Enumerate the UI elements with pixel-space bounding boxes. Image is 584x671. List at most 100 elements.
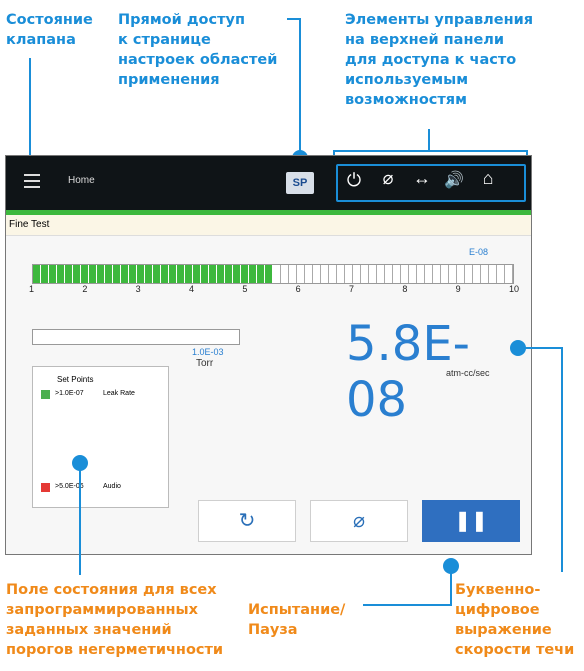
bar-ticks: 1 2 3 4 5 6 7 8 9 10 [29, 284, 519, 296]
bar-segment [369, 265, 377, 283]
bar-tick-label: 4 [189, 284, 195, 294]
bar-segment [497, 265, 505, 283]
bar-segment [105, 265, 112, 283]
bar-segment [457, 265, 465, 283]
bar-tick-label: 10 [509, 284, 520, 294]
bar-tick-label: 2 [82, 284, 88, 294]
annotation-setpoints-field: Поле состояния для всех запрограммирован… [6, 582, 224, 658]
bar-segment [505, 265, 513, 283]
bar-segment [233, 265, 240, 283]
bar-segment [489, 265, 497, 283]
bar-segment [97, 265, 104, 283]
power-icon[interactable]: ⏻ [344, 170, 364, 190]
bar-segment [481, 265, 489, 283]
setpoint-label: Audio [103, 483, 121, 490]
setpoint-color-green [41, 390, 50, 399]
bar-segment [441, 265, 449, 283]
arrows-icon[interactable]: ↔ [410, 168, 434, 188]
bar-segment [137, 265, 144, 283]
bar-segment [169, 265, 176, 283]
bar-tick-label: 8 [402, 284, 408, 294]
leak-bar [32, 264, 514, 284]
zero-icon: ⌀ [352, 510, 366, 532]
bar-segment [185, 265, 192, 283]
bar-segment [465, 265, 473, 283]
setpoint-value: >1.0E-07 [55, 390, 84, 397]
zero-icon[interactable]: ⌀ [378, 168, 398, 188]
bar-segment [41, 265, 48, 283]
sp-button[interactable]: SP [286, 172, 314, 194]
bar-segment [265, 265, 272, 283]
bar-tick-label: 1 [29, 284, 35, 294]
bar-segment [409, 265, 417, 283]
zero-button[interactable]: ⌀ [310, 500, 408, 542]
exponent-label: E-08 [469, 247, 489, 257]
bar-segment [385, 265, 393, 283]
menu-icon[interactable] [24, 174, 40, 188]
bar-tick-label: 9 [455, 284, 461, 294]
bar-segment [281, 265, 289, 283]
bar-segment [401, 265, 409, 283]
bar-segment [249, 265, 256, 283]
pressure-unit: Torr [196, 358, 214, 369]
mode-row: Fine Test [6, 215, 531, 236]
pause-button[interactable]: ❚❚ [422, 500, 520, 542]
bar-segment [81, 265, 88, 283]
bar-segment [65, 265, 72, 283]
leader-line [450, 566, 452, 606]
bar-segment [305, 265, 313, 283]
bar-segment [153, 265, 160, 283]
bar-tick-label: 3 [135, 284, 141, 294]
leader-line [363, 604, 452, 606]
bar-segment [209, 265, 216, 283]
bar-segment [425, 265, 433, 283]
bar-segment [57, 265, 64, 283]
bar-segment [89, 265, 96, 283]
bracket-line [333, 150, 528, 152]
bar-segment [225, 265, 232, 283]
annotation-leak-expression: Буквенно- цифровое выражение скорости те… [455, 582, 575, 658]
bar-segment [353, 265, 361, 283]
bar-tick-label: 6 [295, 284, 301, 294]
mode-label: Fine Test [9, 219, 50, 230]
bar-segment [289, 265, 297, 283]
leader-line [523, 347, 563, 349]
pressure-value: 1.0E-03 [192, 347, 224, 357]
setpoint-color-red [41, 483, 50, 492]
refresh-button[interactable]: ↻ [198, 500, 296, 542]
bar-segment [393, 265, 401, 283]
bar-segment [417, 265, 425, 283]
bar-segment [73, 265, 80, 283]
pause-icon: ❚❚ [454, 510, 488, 532]
bar-segment [449, 265, 457, 283]
setpoints-title: Set Points [57, 375, 94, 384]
top-bar: Home SP ⏻ ⌀ ↔ 🔊 ⌂ [6, 156, 531, 210]
home-icon[interactable]: ⌂ [478, 168, 498, 188]
bar-segment [201, 265, 208, 283]
bar-segment [361, 265, 369, 283]
device-screen: Home SP ⏻ ⌀ ↔ 🔊 ⌂ Fine Test E-08 1 2 3 4 5 6 7… [5, 155, 532, 555]
leader-line [299, 18, 301, 153]
page-title: Home [68, 175, 95, 186]
bar-segment [377, 265, 385, 283]
bar-segment [297, 265, 305, 283]
bar-segment [273, 265, 281, 283]
setpoint-label: Leak Rate [103, 390, 135, 397]
annotation-direct-access: Прямой доступ к странице настроек област… [118, 12, 278, 88]
bar-segment [145, 265, 152, 283]
leader-line [428, 129, 430, 151]
annotation-valve-state: Состояние клапана [6, 12, 93, 48]
bar-segment [217, 265, 224, 283]
bar-segment [129, 265, 136, 283]
bar-segment [313, 265, 321, 283]
bar-tick-label: 5 [242, 284, 248, 294]
bar-segment [433, 265, 441, 283]
bar-segment [49, 265, 56, 283]
leak-rate-unit: atm-cc/sec [446, 368, 490, 378]
bar-segment [329, 265, 337, 283]
bar-segment [321, 265, 329, 283]
annotation-top-panel: Элементы управления на верхней панели дл… [345, 12, 534, 108]
bar-segment [113, 265, 120, 283]
speaker-icon[interactable]: 🔊 [444, 170, 464, 190]
bar-segment [161, 265, 168, 283]
